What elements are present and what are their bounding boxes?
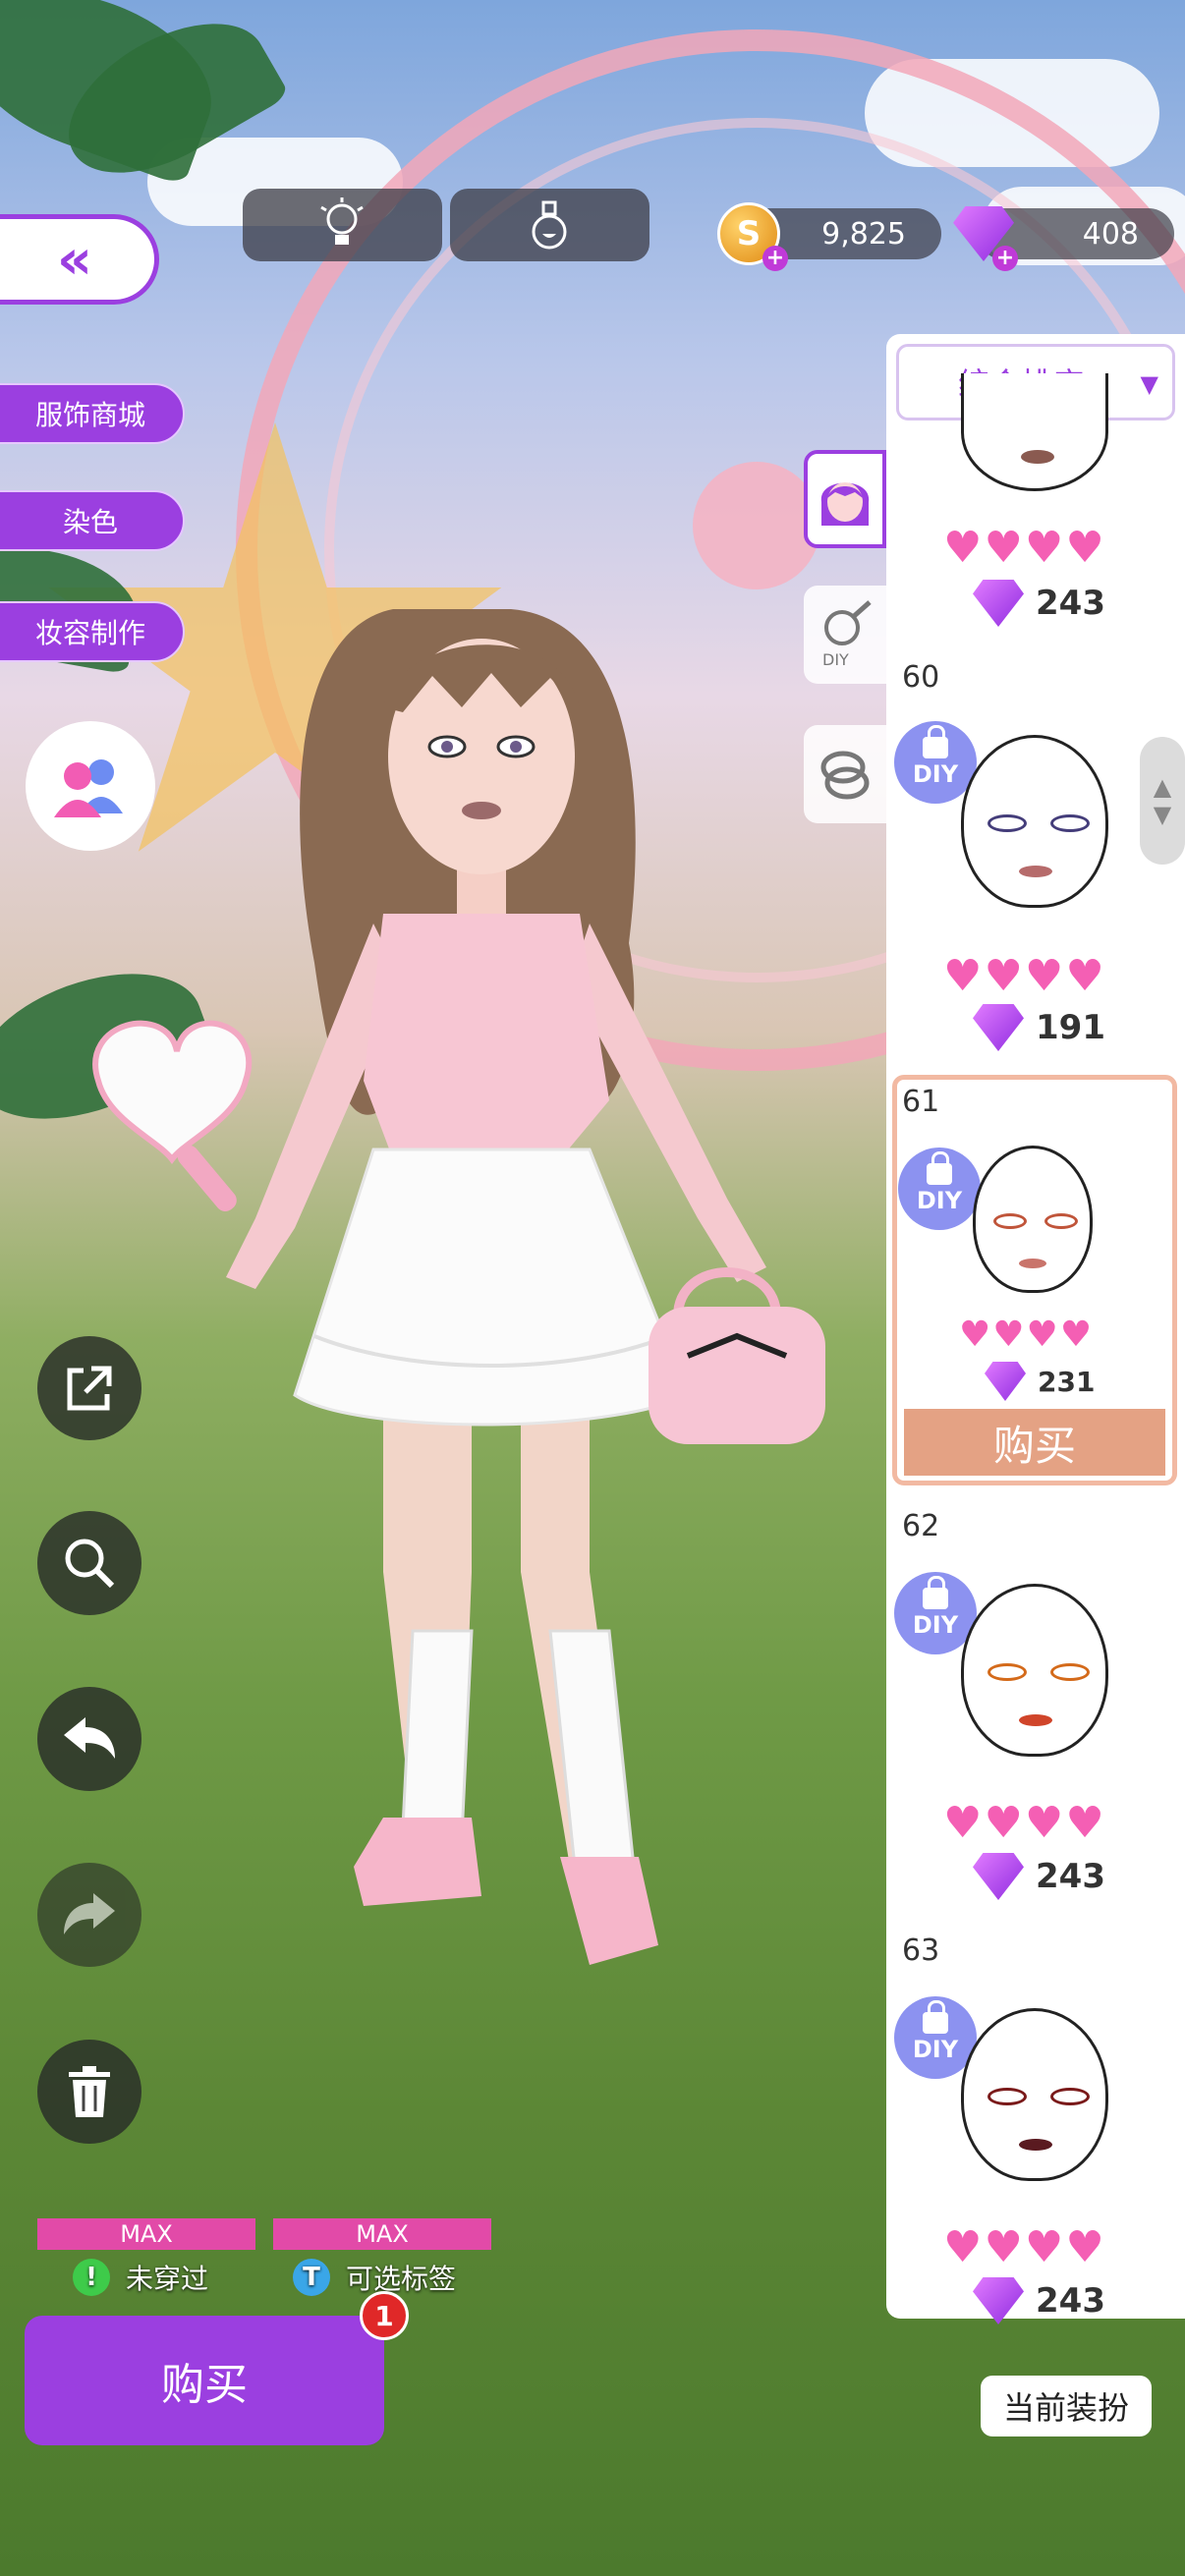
current-outfit-label: 当前装扮 xyxy=(1002,2389,1129,2427)
rating-hearts: ♥♥♥♥ xyxy=(959,1315,1095,1355)
lightbulb-icon xyxy=(320,197,364,245)
face-thumbnail[interactable] xyxy=(973,1146,1093,1293)
face-thumbnail[interactable] xyxy=(961,1584,1108,1757)
eye-left xyxy=(988,1663,1027,1681)
dye-label: 染色 xyxy=(62,506,118,538)
item-price: 243 xyxy=(973,580,1105,627)
gem-amount: 408 xyxy=(1082,216,1139,252)
back-button[interactable]: « xyxy=(0,214,159,305)
lips xyxy=(1019,1714,1052,1726)
eye-left xyxy=(988,814,1027,832)
chevron-down-icon: ▼ xyxy=(1153,801,1172,828)
item-buy-label: 购买 xyxy=(992,1421,1076,1470)
character-figure xyxy=(92,609,825,1965)
diy-label: DIY xyxy=(912,1611,959,1639)
max-bar-right: MAX xyxy=(273,2218,491,2250)
rating-hearts: ♥♥♥♥ xyxy=(943,2222,1106,2272)
coin-amount: 9,825 xyxy=(821,216,906,252)
buy-button[interactable]: 购买 xyxy=(25,2316,384,2445)
diy-label: DIY xyxy=(916,1187,963,1214)
shirt-icon: T xyxy=(293,2259,330,2296)
eye-right xyxy=(1050,2088,1090,2105)
gem-icon xyxy=(973,580,1024,627)
rating-hearts: ♥♥♥♥ xyxy=(943,523,1106,573)
selectable-tag-filter[interactable]: T 可选标签 xyxy=(293,2258,456,2297)
diy-label: DIY xyxy=(912,2036,959,2063)
face-thumbnail[interactable] xyxy=(961,735,1108,908)
ferris-wheel-hub xyxy=(693,462,820,589)
eye-right xyxy=(1050,814,1090,832)
current-outfit-button[interactable]: 当前装扮 xyxy=(981,2376,1152,2436)
item-price: 231 xyxy=(985,1362,1095,1401)
tab-diy-makeup[interactable]: DIY xyxy=(804,586,886,684)
rating-hearts: ♥♥♥♥ xyxy=(943,1798,1106,1848)
clothing-shop-label: 服饰商城 xyxy=(34,399,145,431)
lips xyxy=(1021,450,1054,464)
gem-icon xyxy=(985,1362,1026,1401)
not-worn-filter[interactable]: ! 未穿过 xyxy=(73,2258,208,2297)
diy-lock-badge: DIY xyxy=(898,1148,981,1230)
gem-icon xyxy=(973,1004,1024,1051)
price-value: 243 xyxy=(1036,584,1105,623)
svg-text:DIY: DIY xyxy=(822,650,849,669)
hint-button[interactable] xyxy=(243,189,442,261)
lips xyxy=(1019,866,1052,877)
lips xyxy=(1019,1259,1046,1268)
item-buy-button[interactable]: 购买 xyxy=(904,1409,1165,1476)
screen: { "top_bar": { "hint_icon": "lightbulb-i… xyxy=(0,0,1185,2576)
item-price: 243 xyxy=(973,2277,1105,2324)
add-gems-button[interactable]: + xyxy=(992,246,1018,271)
max-label-right: MAX xyxy=(356,2220,409,2248)
item-number: 60 xyxy=(902,660,940,695)
potion-button[interactable] xyxy=(450,189,649,261)
eye-left xyxy=(993,1213,1027,1229)
max-label-left: MAX xyxy=(120,2220,173,2248)
not-worn-label: 未穿过 xyxy=(126,2263,209,2295)
lock-icon xyxy=(923,725,948,758)
lock-icon xyxy=(923,2000,948,2034)
face-icon xyxy=(820,482,870,526)
rating-hearts: ♥♥♥♥ xyxy=(943,951,1106,1001)
chevron-up-icon: ▲ xyxy=(1153,773,1172,801)
eye-right xyxy=(1044,1213,1078,1229)
diy-label: DIY xyxy=(912,760,959,788)
add-coins-button[interactable]: + xyxy=(762,246,788,271)
gem-icon xyxy=(973,2277,1024,2324)
item-price: 191 xyxy=(973,1004,1105,1051)
buy-label: 购买 xyxy=(161,2360,248,2410)
clothing-shop-button[interactable]: 服饰商城 xyxy=(0,383,185,444)
eye-right xyxy=(1050,1663,1090,1681)
exclamation-icon: ! xyxy=(73,2259,110,2296)
price-value: 231 xyxy=(1038,1365,1096,1398)
tab-ring[interactable] xyxy=(804,725,886,823)
eye-left xyxy=(988,2088,1027,2105)
potion-icon xyxy=(532,200,567,250)
item-price: 243 xyxy=(973,1853,1105,1900)
price-value: 243 xyxy=(1036,2281,1105,2321)
item-number: 63 xyxy=(902,1933,940,1968)
item-number: 61 xyxy=(902,1085,940,1119)
badge-count: 1 xyxy=(374,2299,394,2332)
price-value: 191 xyxy=(1036,1008,1105,1047)
lips xyxy=(1019,2139,1052,2151)
item-number: 62 xyxy=(902,1509,940,1543)
diy-makeup-icon: DIY xyxy=(822,600,872,669)
ring-icon xyxy=(820,751,870,800)
selectable-tag-label: 可选标签 xyxy=(346,2263,457,2295)
lock-icon xyxy=(923,1576,948,1609)
scroll-handle[interactable]: ▲ ▼ xyxy=(1140,737,1185,865)
face-thumbnail[interactable] xyxy=(961,2008,1108,2181)
gem-icon xyxy=(973,1853,1024,1900)
tab-face[interactable] xyxy=(804,450,886,548)
double-chevron-left-icon: « xyxy=(56,227,93,292)
buy-count-badge: 1 xyxy=(360,2291,409,2340)
max-bar-left: MAX xyxy=(37,2218,255,2250)
triangle-down-icon: ▼ xyxy=(1140,370,1158,398)
price-value: 243 xyxy=(1036,1857,1105,1896)
face-thumbnail[interactable] xyxy=(961,373,1108,491)
dye-button[interactable]: 染色 xyxy=(0,490,185,551)
lock-icon xyxy=(927,1151,952,1185)
